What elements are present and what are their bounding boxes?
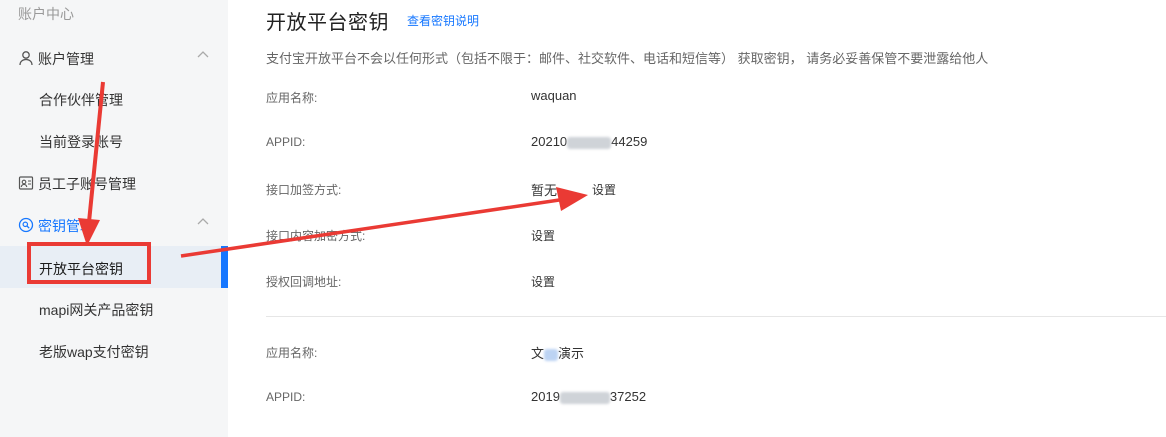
annotation-highlight-box: [27, 242, 151, 284]
active-indicator: [221, 246, 228, 288]
callback-url-row: 授权回调地址: 设置: [266, 269, 1126, 293]
encrypt-method-set-link[interactable]: 设置: [531, 227, 555, 244]
encrypt-method-row: 接口内容加密方式: 设置: [266, 223, 1126, 247]
app-name-row: 应用名称: waquan: [266, 85, 1126, 109]
sidebar-item-label: 当前登录账号: [39, 134, 123, 150]
main-content: 开放平台密钥 查看密钥说明 支付宝开放平台不会以任何形式（包括不限于：邮件、社交…: [228, 0, 1166, 437]
appid-row: APPID: 2019 37252: [266, 386, 1126, 410]
sidebar-group-account[interactable]: 账户管理: [0, 38, 228, 78]
sidebar-group-staff[interactable]: 员工子账号管理: [0, 163, 228, 203]
app-name-link[interactable]: waquan: [531, 88, 577, 103]
row-label: 授权回调地址:: [266, 275, 342, 289]
sidebar-group-label: 账户管理: [38, 51, 94, 67]
user-icon: [18, 50, 34, 66]
row-label: 应用名称:: [266, 346, 318, 360]
sidebar-group-label: 员工子账号管理: [38, 176, 136, 192]
sidebar-item-mapi-key[interactable]: mapi网关产品密钥: [0, 289, 228, 329]
appid-value: 20210 44259: [531, 134, 648, 149]
key-search-icon: [18, 217, 34, 233]
row-label: 接口加签方式:: [266, 183, 342, 197]
sidebar-item-current-account[interactable]: 当前登录账号: [0, 121, 228, 161]
row-label: 应用名称:: [266, 91, 318, 105]
sidebar-item-label: 合作伙伴管理: [39, 92, 123, 108]
sign-method-set-link[interactable]: 设置: [592, 181, 616, 198]
sidebar: 账户中心 账户管理 合作伙伴管理 当前登录账号 员工子账号管理 密钥管理 开放平…: [0, 0, 228, 437]
sidebar-header: 账户中心: [18, 6, 74, 22]
appid-value: 2019 37252: [531, 389, 647, 404]
row-label: APPID:: [266, 390, 306, 404]
app-name-row: 应用名称: 文演示: [266, 340, 1126, 364]
redacted-blur: [567, 136, 612, 149]
row-label: APPID:: [266, 135, 306, 149]
redacted-blur: [559, 391, 610, 404]
sidebar-group-label: 密钥管理: [38, 218, 94, 234]
sidebar-item-label: mapi网关产品密钥: [39, 302, 154, 318]
row-label: 接口内容加密方式:: [266, 229, 366, 243]
sign-method-value: 暂无: [531, 183, 558, 198]
sidebar-item-wap-key[interactable]: 老版wap支付密钥: [0, 331, 228, 371]
security-notice: 支付宝开放平台不会以任何形式（包括不限于：邮件、社交软件、电话和短信等） 获取密…: [266, 51, 989, 66]
sign-method-row: 接口加签方式: 暂无 设置: [266, 177, 1126, 201]
staff-card-icon: [18, 175, 34, 191]
app-name-link[interactable]: 文演示: [531, 343, 584, 362]
callback-url-set-link[interactable]: 设置: [531, 273, 555, 290]
appid-row: APPID: 20210 44259: [266, 131, 1126, 155]
chevron-up-icon[interactable]: [196, 48, 210, 62]
app-divider: [266, 316, 1166, 317]
sidebar-group-key[interactable]: 密钥管理: [0, 205, 228, 245]
sidebar-item-partner[interactable]: 合作伙伴管理: [0, 79, 228, 119]
view-key-doc-link[interactable]: 查看密钥说明: [407, 12, 479, 29]
sidebar-item-label: 老版wap支付密钥: [39, 344, 149, 360]
chevron-up-icon[interactable]: [196, 215, 210, 229]
page-title: 开放平台密钥: [266, 12, 389, 34]
redacted-blur: [544, 348, 559, 361]
